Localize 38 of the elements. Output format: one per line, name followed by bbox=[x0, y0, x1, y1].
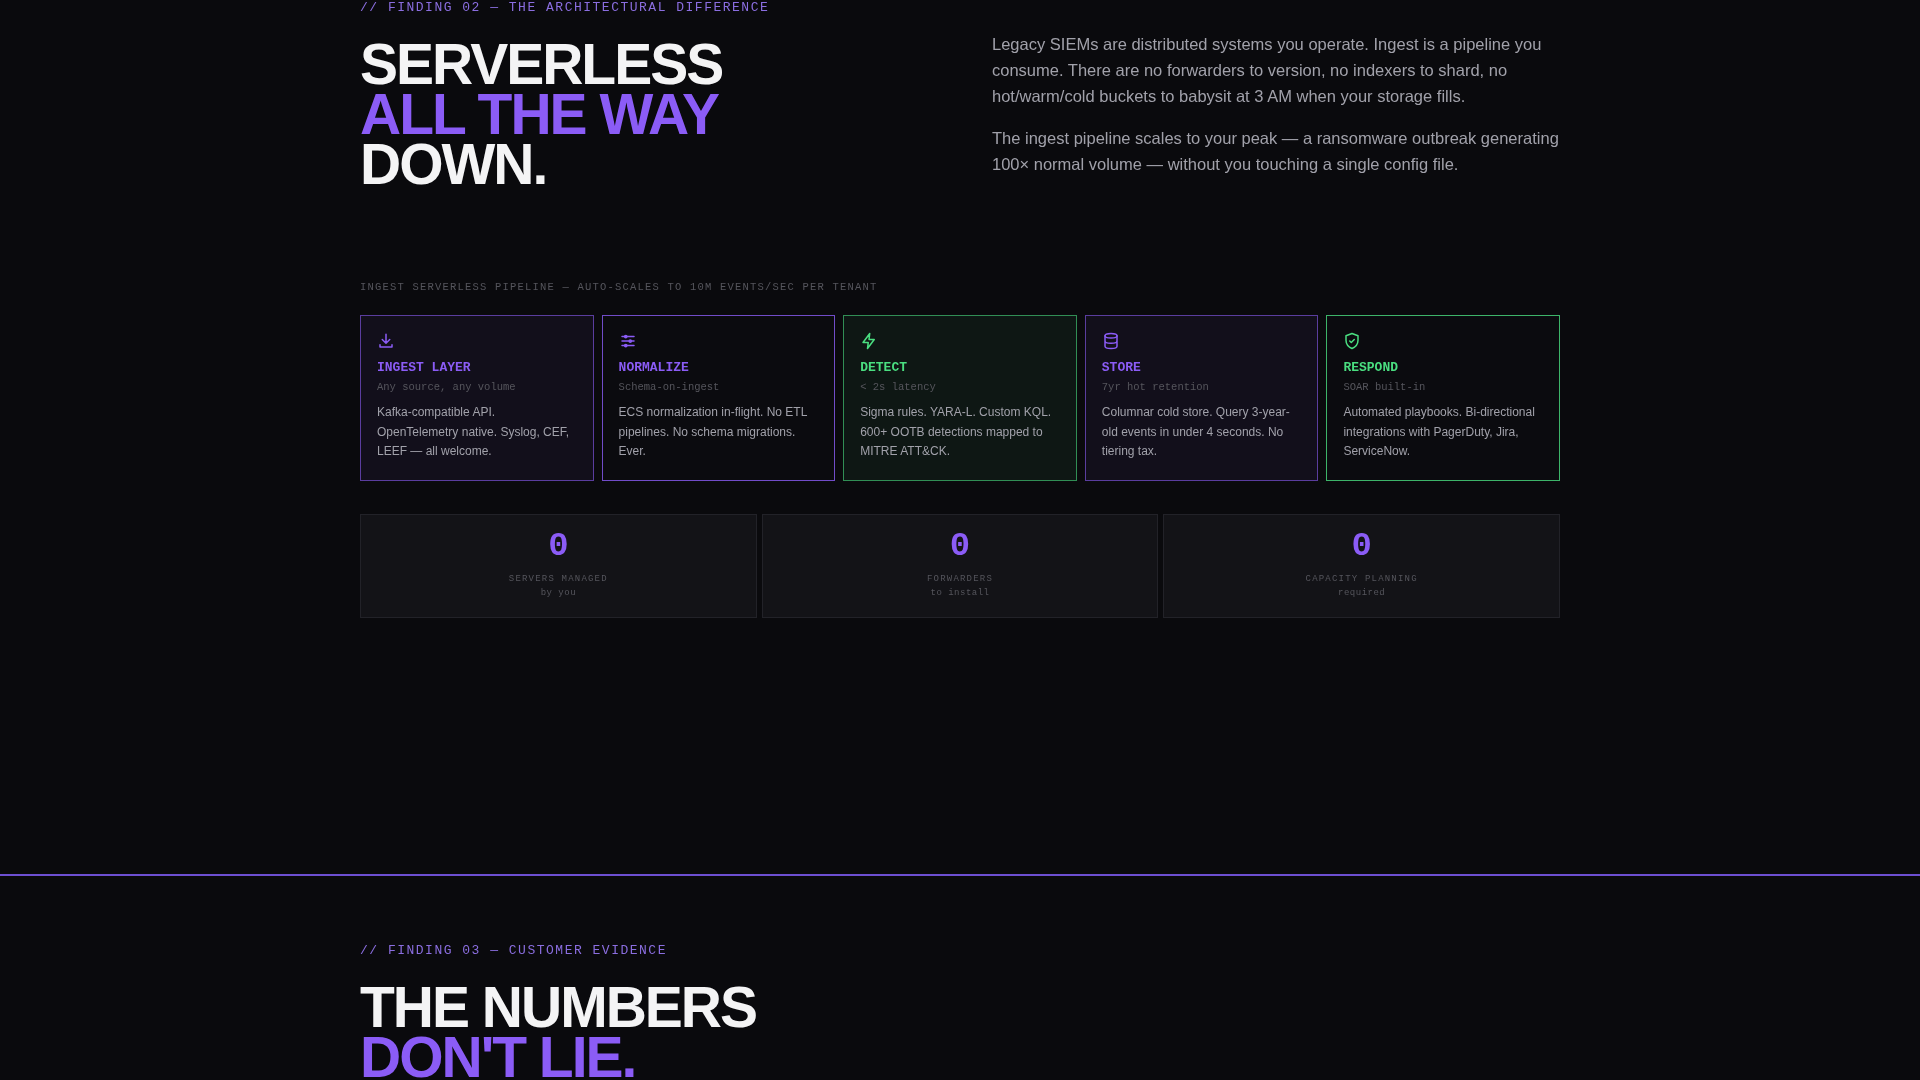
sliders-icon bbox=[618, 332, 637, 350]
card-title: INGEST LAYER bbox=[377, 360, 471, 375]
headline-line: SERVERLESS bbox=[360, 39, 723, 89]
stat-note: to install bbox=[930, 588, 990, 598]
database-icon bbox=[1101, 332, 1120, 350]
body-paragraph: The ingest pipeline scales to your peak — a ransomware outbreak generating 100× normal volume — without you touching a single config file. bbox=[992, 128, 1560, 175]
card-description: Columnar cold store. Query 3-year-old events in under 4 seconds. No tiering tax. bbox=[1101, 404, 1291, 460]
section-eyebrow: // FINDING 02 — THE ARCHITECTURAL DIFFERENCE bbox=[360, 0, 771, 15]
card-subtitle: 7yr hot retention bbox=[1101, 381, 1209, 393]
card-subtitle: < 2s latency bbox=[860, 381, 936, 393]
card-title: DETECT bbox=[860, 360, 907, 375]
card-subtitle: Any source, any volume bbox=[377, 381, 516, 393]
stat-value: 0 bbox=[949, 529, 971, 563]
card-subtitle: Schema-on-ingest bbox=[618, 381, 720, 393]
stat-label: FORWARDERS bbox=[927, 574, 993, 584]
pipeline-caption: INGEST SERVERLESS PIPELINE — AUTO-SCALES TO 10M EVENTS/SEC PER TENANT bbox=[360, 281, 879, 293]
card-description: Automated playbooks. Bi-directional integrations with PagerDuty, Jira, ServiceNow. bbox=[1343, 404, 1536, 460]
card-subtitle: SOAR built-in bbox=[1343, 381, 1426, 393]
card-title: STORE bbox=[1101, 360, 1141, 375]
stat-value: 0 bbox=[548, 529, 569, 563]
card-description: Sigma rules. YARA-L. Custom KQL. 600+ OOTB detections mapped to MITRE ATT&CK. bbox=[860, 404, 1053, 460]
card-description: Kafka-compatible API. OpenTelemetry native. Syslog, CEF, LEEF — all welcome. bbox=[377, 404, 571, 460]
card-title: NORMALIZE bbox=[618, 360, 689, 375]
stat-label: CAPACITY PLANNING bbox=[1305, 574, 1418, 584]
stat-note: required bbox=[1338, 588, 1386, 598]
headline-line: ALL THE WAY bbox=[360, 89, 719, 139]
stat-label: SERVERS MANAGED bbox=[508, 574, 608, 584]
headline-line: DON'T LIE. bbox=[360, 1032, 636, 1080]
shield-check-icon bbox=[1343, 332, 1362, 350]
section-eyebrow: // FINDING 03 — CUSTOMER EVIDENCE bbox=[360, 943, 668, 958]
body-paragraph: Legacy SIEMs are distributed systems you operate. Ingest is a pipeline you consume. There are no forwarders to version, no indexers to shard, no hot/warm/cold buckets to babysit at 3 AM when your storage fills. bbox=[992, 34, 1543, 107]
headline-line: DOWN. bbox=[360, 139, 547, 189]
card-description: ECS normalization in-flight. No ETL pipelines. No schema migrations. Ever. bbox=[618, 404, 808, 460]
stat-note: by you bbox=[540, 588, 577, 598]
stat-value: 0 bbox=[1351, 529, 1372, 563]
download-icon bbox=[377, 332, 395, 350]
headline-line: THE NUMBERS bbox=[360, 982, 756, 1032]
card-title: RESPOND bbox=[1343, 360, 1398, 375]
